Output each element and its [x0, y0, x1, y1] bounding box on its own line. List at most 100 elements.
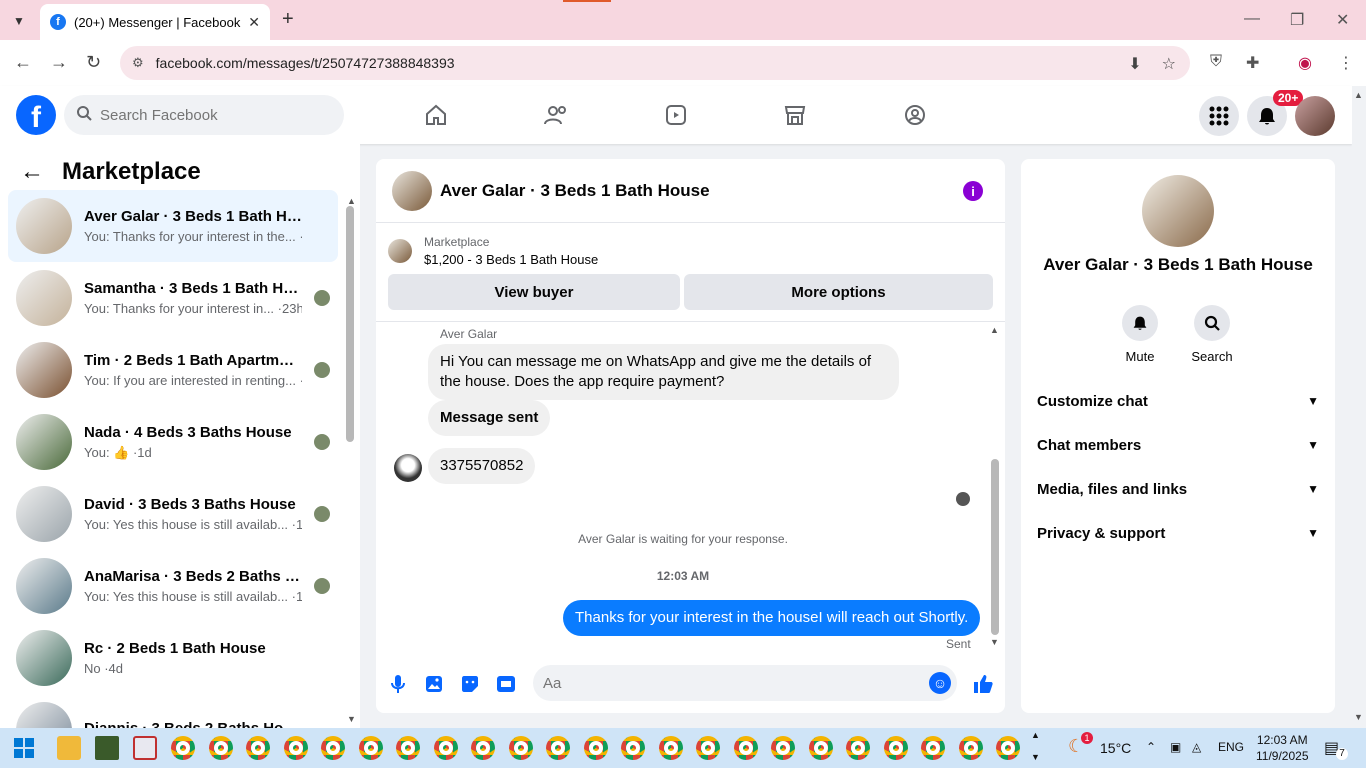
- media-files-links-row[interactable]: Media, files and links ▼: [1037, 471, 1319, 507]
- chat-header[interactable]: Aver Galar · 3 Beds 1 Bath House: [376, 159, 1005, 223]
- windows-start-icon[interactable]: [14, 738, 34, 763]
- privacy-support-row[interactable]: Privacy & support ▼: [1037, 515, 1319, 551]
- mute-button[interactable]: Mute: [1105, 305, 1175, 364]
- conversation-item[interactable]: David · 3 Beds 3 Baths House You: Yes thi…: [8, 478, 338, 550]
- chrome-icon[interactable]: [321, 736, 345, 760]
- chat-scroll-up-icon[interactable]: ▲: [990, 325, 999, 335]
- chrome-icon[interactable]: [208, 736, 233, 760]
- chrome-icon[interactable]: [283, 736, 308, 760]
- chrome-icon[interactable]: [658, 736, 683, 760]
- chrome-icon[interactable]: [846, 736, 870, 760]
- chrome-icon[interactable]: [583, 736, 608, 760]
- reload-icon[interactable]: ↻: [86, 52, 101, 73]
- facebook-logo-icon[interactable]: f: [16, 95, 56, 135]
- chrome-icon[interactable]: [883, 736, 908, 760]
- sender-avatar[interactable]: [394, 454, 422, 482]
- page-scroll-down-icon[interactable]: ▼: [1354, 712, 1363, 722]
- conversation-item[interactable]: Samantha · 3 Beds 1 Bath Hou... You: Than…: [8, 262, 338, 334]
- chrome-icon[interactable]: [808, 736, 833, 760]
- app-icon[interactable]: [133, 736, 157, 760]
- install-app-icon[interactable]: ⬇: [1128, 54, 1141, 74]
- chrome-icon[interactable]: [508, 736, 533, 760]
- chrome-icon[interactable]: [471, 736, 495, 760]
- weather-temp[interactable]: 15°C: [1100, 740, 1131, 756]
- chrome-icon[interactable]: [733, 736, 758, 760]
- microphone-icon[interactable]: [387, 673, 409, 695]
- chat-members-row[interactable]: Chat members ▼: [1037, 427, 1319, 463]
- search-in-conversation-button[interactable]: Search: [1177, 305, 1247, 364]
- info-icon[interactable]: i: [963, 181, 983, 201]
- window-close-icon[interactable]: ✕: [1336, 10, 1349, 30]
- file-explorer-icon[interactable]: [57, 736, 81, 760]
- tray-scroll-up-icon[interactable]: ▲: [1031, 730, 1040, 740]
- message-bubble[interactable]: Message sent: [428, 400, 551, 436]
- tab-search-chevron-icon[interactable]: ▼: [8, 10, 30, 32]
- site-info-icon[interactable]: ⚙: [132, 55, 144, 71]
- menu-grid-icon[interactable]: [1199, 96, 1239, 136]
- marketplace-listing[interactable]: Marketplace $1,200 - 3 Beds 1 Bath House: [388, 235, 598, 267]
- chat-avatar[interactable]: [392, 170, 432, 211]
- chat-scrollbar-thumb[interactable]: [991, 459, 999, 635]
- maximize-icon[interactable]: ❐: [1290, 10, 1304, 30]
- page-scrollbar[interactable]: ▲ ▼: [1352, 86, 1366, 728]
- chat-scroll-down-icon[interactable]: ▼: [990, 637, 999, 647]
- emoji-icon[interactable]: ☺: [929, 672, 951, 694]
- photo-icon[interactable]: [423, 673, 445, 695]
- conversation-item[interactable]: AnaMarisa · 3 Beds 2 Baths H... You: Yes …: [8, 550, 338, 622]
- sticker-icon[interactable]: [459, 673, 481, 695]
- more-options-button[interactable]: More options: [684, 274, 993, 310]
- browser-tab[interactable]: f (20+) Messenger | Facebook ✕: [40, 4, 270, 40]
- chrome-icon[interactable]: [958, 736, 983, 760]
- forward-icon[interactable]: →: [50, 52, 68, 73]
- search-input[interactable]: [100, 106, 320, 124]
- browser-menu-icon[interactable]: ⋮: [1338, 53, 1354, 73]
- video-icon[interactable]: [661, 100, 691, 130]
- tray-chevron-up-icon[interactable]: ⌃: [1146, 740, 1156, 754]
- back-arrow-icon[interactable]: ←: [20, 158, 44, 186]
- message-bubble[interactable]: 3375570852: [428, 448, 536, 484]
- chrome-icon[interactable]: [696, 736, 720, 760]
- view-buyer-button[interactable]: View buyer: [388, 274, 680, 310]
- chrome-icon[interactable]: [433, 736, 458, 760]
- home-icon[interactable]: [421, 100, 451, 130]
- chrome-icon[interactable]: [921, 736, 945, 760]
- conversation-item[interactable]: Aver Galar · 3 Beds 1 Bath House You: Tha…: [8, 190, 338, 262]
- chrome-icon[interactable]: [771, 736, 795, 760]
- back-icon[interactable]: ←: [14, 52, 32, 73]
- conversation-item[interactable]: Tim · 2 Beds 1 Bath Apartment/c... You: I…: [8, 334, 338, 406]
- shield-extension-icon[interactable]: ⛨: [1210, 53, 1222, 71]
- friends-icon[interactable]: [541, 100, 571, 130]
- app-icon[interactable]: [95, 736, 119, 760]
- scroll-down-arrow-icon[interactable]: ▼: [347, 714, 356, 724]
- network-icon[interactable]: ▣: [1170, 740, 1181, 754]
- tab-close-icon[interactable]: ✕: [248, 14, 260, 31]
- conversation-item[interactable]: Rc · 2 Beds 1 Bath House No ·4d: [8, 622, 338, 694]
- chrome-icon[interactable]: [996, 736, 1020, 760]
- tray-scroll-down-icon[interactable]: ▼: [1031, 752, 1040, 762]
- marketplace-icon[interactable]: [780, 100, 810, 130]
- page-scroll-up-icon[interactable]: ▲: [1354, 90, 1363, 100]
- wifi-icon[interactable]: ◬: [1192, 740, 1201, 754]
- language-indicator[interactable]: ENG: [1218, 740, 1244, 754]
- minimize-icon[interactable]: —: [1244, 10, 1260, 28]
- facebook-search[interactable]: [64, 95, 344, 135]
- address-bar[interactable]: ⚙ facebook.com/messages/t/25074727388848…: [120, 46, 1190, 80]
- scroll-up-arrow-icon[interactable]: ▲: [347, 196, 356, 206]
- taskbar-clock[interactable]: 12:03 AM 11/9/2025: [1256, 732, 1309, 764]
- like-thumb-icon[interactable]: [972, 673, 994, 695]
- chrome-icon[interactable]: [246, 736, 270, 760]
- gif-icon[interactable]: [495, 673, 517, 695]
- message-input[interactable]: [543, 674, 923, 692]
- extensions-puzzle-icon[interactable]: ✚: [1246, 53, 1259, 73]
- chrome-icon[interactable]: [546, 736, 570, 760]
- message-bubble[interactable]: Hi You can message me on WhatsApp and gi…: [428, 344, 899, 400]
- listing-avatar[interactable]: [1142, 175, 1214, 247]
- profile-icon[interactable]: ◉: [1298, 53, 1312, 73]
- bookmark-star-icon[interactable]: ☆: [1162, 54, 1176, 74]
- chrome-icon[interactable]: [171, 736, 195, 760]
- conversation-item[interactable]: Nada · 4 Beds 3 Baths House You: 👍 ·1d: [8, 406, 338, 478]
- message-input-box[interactable]: ☺: [533, 665, 957, 701]
- gaming-icon[interactable]: [900, 100, 930, 130]
- conversation-item[interactable]: Diannis · 3 Beds 2 Baths House: [8, 694, 338, 728]
- chrome-icon[interactable]: [358, 736, 383, 760]
